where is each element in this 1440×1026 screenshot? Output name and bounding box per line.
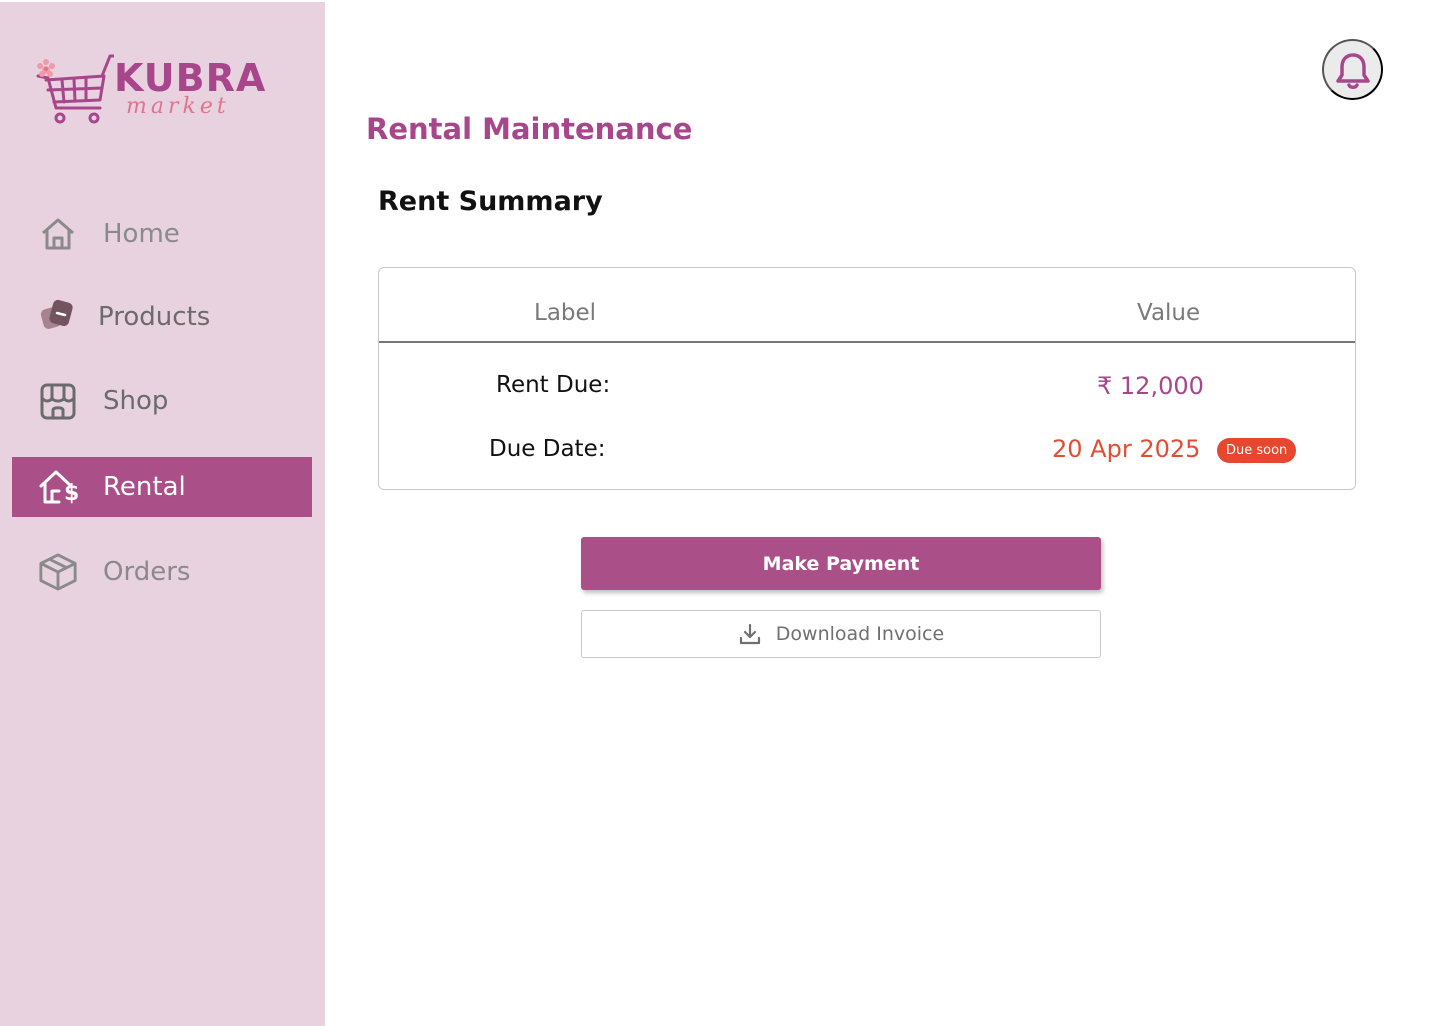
sidebar-item-label: Products — [98, 302, 211, 332]
rent-summary-table: Label Value Rent Due: ₹ 12,000 Due Date:… — [378, 267, 1356, 490]
download-invoice-button[interactable]: Download Invoice — [581, 610, 1101, 658]
home-icon — [38, 214, 78, 254]
download-invoice-label: Download Invoice — [775, 623, 945, 645]
sidebar-item-label: Home — [103, 219, 180, 249]
bell-icon — [1335, 52, 1370, 89]
shop-icon — [38, 381, 78, 421]
orders-box-icon — [38, 552, 78, 592]
shopping-cart-flower-icon — [36, 54, 114, 124]
rent-due-label: Rent Due: — [496, 372, 611, 398]
due-date-label: Due Date: — [489, 436, 606, 462]
column-header-value: Value — [1137, 300, 1201, 326]
products-icon — [38, 297, 78, 337]
sidebar-item-home[interactable]: Home — [12, 204, 312, 264]
sidebar-item-label: Orders — [103, 557, 191, 587]
brand-logo[interactable]: KUBRA market — [34, 52, 265, 128]
column-header-label: Label — [534, 300, 597, 326]
due-date-value: 20 Apr 2025 — [1052, 435, 1201, 463]
section-title: Rent Summary — [378, 186, 603, 217]
sidebar-item-products[interactable]: Products — [12, 287, 312, 347]
sidebar-item-label: Shop — [103, 386, 169, 416]
sidebar-item-shop[interactable]: Shop — [12, 371, 312, 431]
sidebar-item-rental[interactable]: $ Rental — [12, 457, 312, 517]
page-title: Rental Maintenance — [366, 112, 693, 146]
notification-button[interactable] — [1322, 39, 1383, 100]
status-badge: Due soon — [1217, 438, 1297, 463]
download-icon — [739, 623, 760, 645]
brand-tagline: market — [126, 94, 230, 119]
table-divider — [379, 341, 1355, 343]
make-payment-button[interactable]: Make Payment — [581, 537, 1101, 590]
rental-house-dollar-icon: $ — [38, 467, 79, 507]
sidebar: KUBRA market Home Products Shop $ Rental… — [0, 2, 325, 1026]
sidebar-item-orders[interactable]: Orders — [12, 542, 312, 602]
rent-due-value: ₹ 12,000 — [1097, 372, 1204, 400]
sidebar-item-label: Rental — [103, 472, 186, 502]
